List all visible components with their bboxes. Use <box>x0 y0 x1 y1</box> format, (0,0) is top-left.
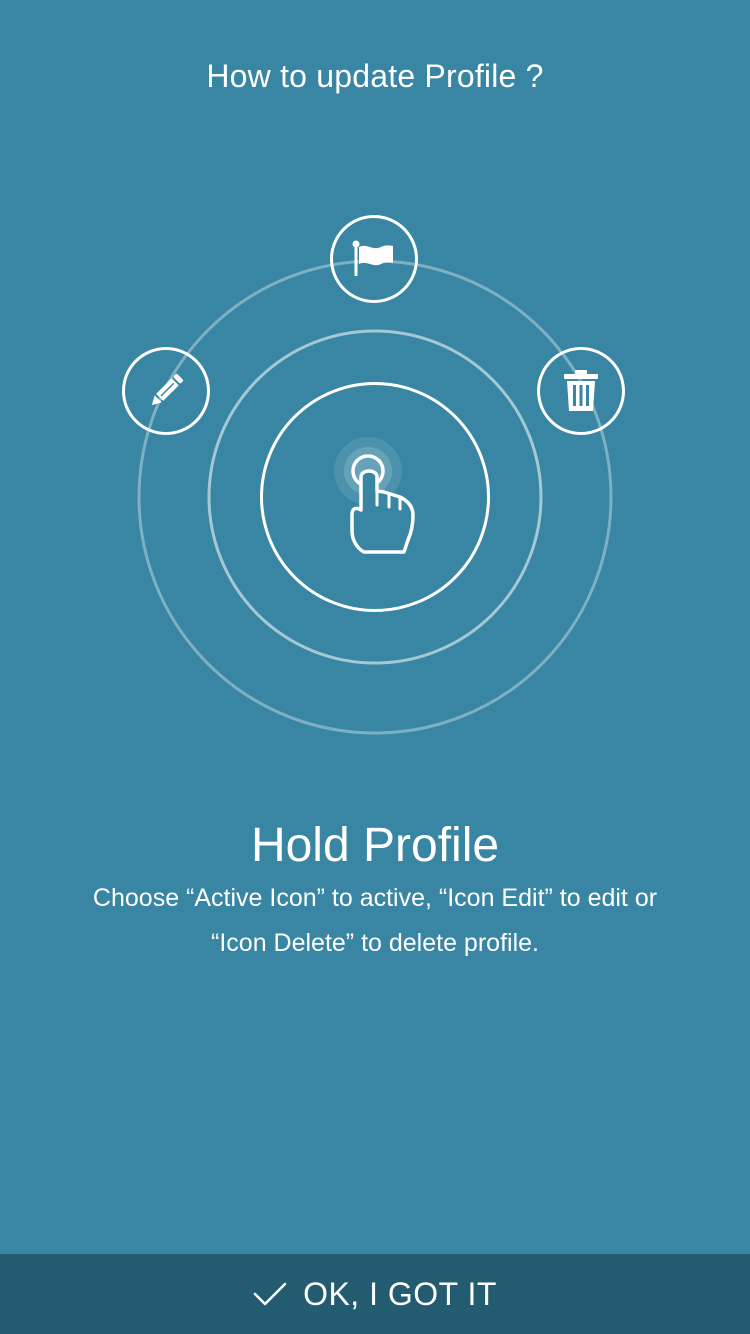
activate-action-button[interactable] <box>330 215 418 303</box>
confirm-button[interactable]: OK, I GOT IT <box>0 1254 750 1334</box>
trash-icon <box>564 370 598 411</box>
delete-action-button[interactable] <box>537 347 625 435</box>
flag-icon <box>352 240 393 276</box>
instruction-description: Choose “Active Icon” to active, “Icon Ed… <box>60 876 690 966</box>
checkmark-icon <box>253 1282 287 1306</box>
instruction-line-1: Choose “Active Icon” to active, “Icon Ed… <box>92 884 658 912</box>
pencil-icon <box>151 373 184 406</box>
hand-tap-icon <box>334 437 415 554</box>
confirm-button-label: OK, I GOT IT <box>303 1275 497 1312</box>
edit-action-button[interactable] <box>122 347 210 435</box>
instruction-title: Hold Profile <box>250 819 500 872</box>
instruction-line-2: “Icon Delete” to delete profile. <box>211 929 539 957</box>
onboarding-screen: How to update Profile ? Hold Profile Cho… <box>0 0 750 1334</box>
